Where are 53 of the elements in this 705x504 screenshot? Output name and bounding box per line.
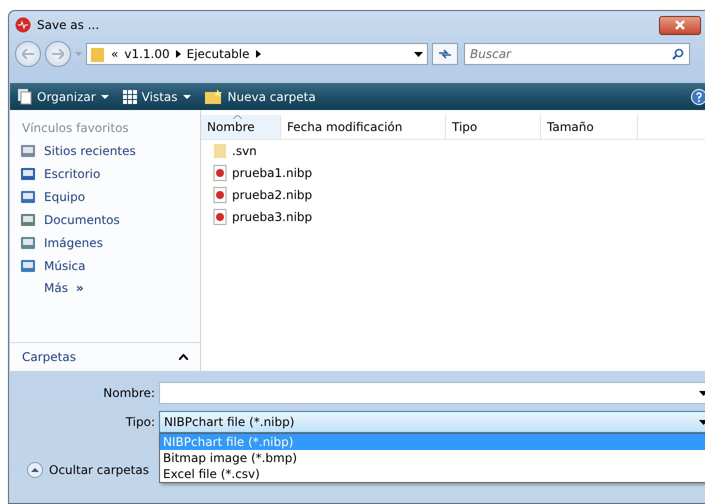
address-bar[interactable]: « v1.1.00 Ejecutable <box>86 43 428 65</box>
file-row[interactable]: prueba3.nibp <box>201 206 705 228</box>
file-icon <box>213 187 227 203</box>
file-type-dropdown[interactable]: NIBPchart file (*.nibp) <box>159 411 705 433</box>
refresh-button[interactable] <box>432 43 458 65</box>
breadcrumb-arrow-icon[interactable] <box>256 50 261 58</box>
file-row[interactable]: prueba2.nibp <box>201 184 705 206</box>
file-icon <box>213 209 227 225</box>
folder-icon <box>213 143 227 159</box>
sidebar-item[interactable]: Sitios recientes <box>10 140 200 163</box>
search-icon[interactable] <box>672 48 684 60</box>
breadcrumb[interactable]: Ejecutable <box>186 47 250 61</box>
close-icon[interactable] <box>675 20 685 30</box>
sidebar-item[interactable]: Imágenes <box>10 232 200 255</box>
search-field[interactable]: Buscar <box>464 43 690 65</box>
toolbar-button[interactable]: Nueva carpeta <box>204 88 316 104</box>
field-label: Nombre: <box>103 386 156 400</box>
caret-icon[interactable] <box>100 94 109 98</box>
section-heading: Vínculos favoritos <box>21 120 130 137</box>
help-icon[interactable] <box>691 88 705 104</box>
file-row[interactable]: .svn <box>201 140 705 162</box>
file-row[interactable]: prueba1.nibp <box>201 162 705 184</box>
folders-header[interactable]: Carpetas <box>10 342 200 371</box>
hide-folders-button[interactable]: Ocultar carpetas <box>27 462 149 478</box>
pages-icon <box>18 88 32 104</box>
close-button[interactable] <box>659 16 701 34</box>
caret-icon[interactable] <box>182 94 191 98</box>
refresh-arrows-icon[interactable] <box>438 48 452 60</box>
folder-icon <box>91 46 105 62</box>
sidebar-item[interactable]: Música <box>10 255 200 278</box>
column-header[interactable]: Nombre <box>201 115 281 139</box>
breadcrumb-arrow-icon[interactable] <box>176 50 181 58</box>
grid-icon <box>122 90 137 104</box>
dropdown-option[interactable]: Excel file (*.csv) <box>160 466 705 482</box>
new-folder-icon <box>204 88 223 104</box>
breadcrumb[interactable]: v1.1.00 <box>124 47 170 61</box>
overflow-chevron[interactable]: « <box>111 47 118 61</box>
more-link[interactable]: Más » <box>10 278 200 299</box>
sidebar-item[interactable]: Documentos <box>10 209 200 232</box>
sidebar-item[interactable]: Escritorio <box>10 163 200 186</box>
collapse-icon[interactable] <box>27 462 43 478</box>
desktop-icon <box>20 166 36 182</box>
field-label: Tipo: <box>126 415 156 429</box>
dropdown-arrow-icon[interactable] <box>414 52 423 56</box>
file-icon <box>213 165 227 181</box>
filename-field[interactable] <box>159 382 705 404</box>
computer-icon <box>20 189 36 205</box>
collapse-caret-icon[interactable] <box>179 354 188 360</box>
toolbar-button[interactable]: Organizar <box>18 88 109 104</box>
window-title: Save as ... <box>37 18 100 32</box>
app-logo-icon <box>15 17 31 33</box>
sidebar-item[interactable]: Equipo <box>10 186 200 209</box>
toolbar-button[interactable]: Vistas <box>122 90 191 104</box>
